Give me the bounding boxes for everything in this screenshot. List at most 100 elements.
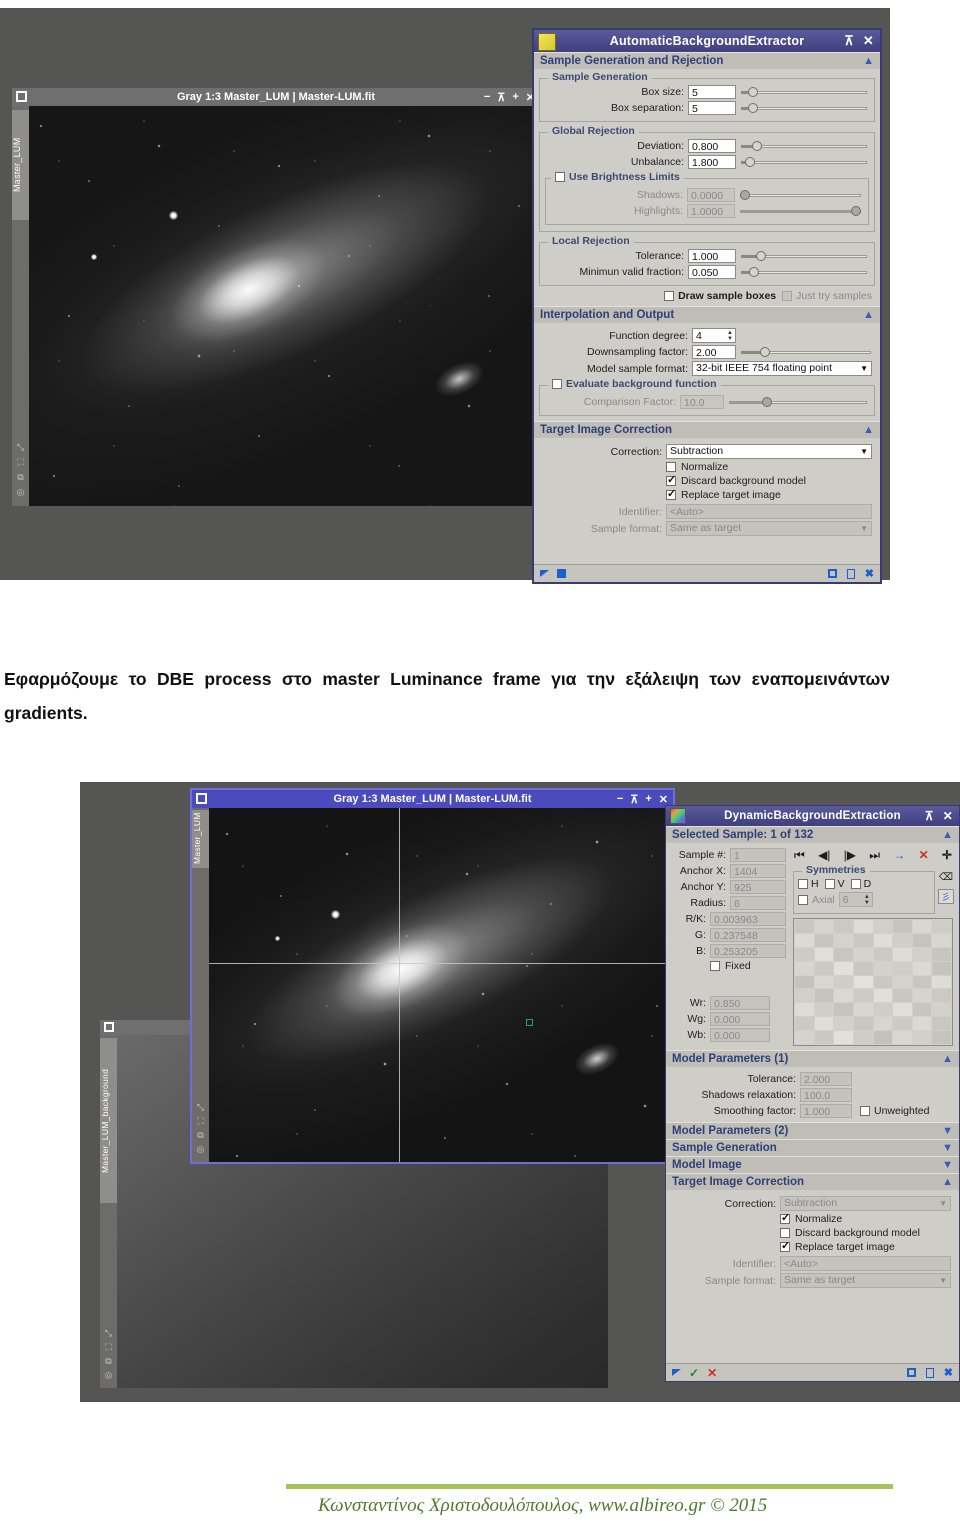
target-icon[interactable]: ◎ (102, 1368, 115, 1382)
tolerance-input[interactable]: 1.000 (688, 249, 736, 263)
checkbox-fixed[interactable]: Fixed (670, 960, 788, 972)
collapse-up-icon[interactable]: ▲ (942, 1053, 953, 1065)
collapse-up-icon[interactable]: ▲ (863, 424, 874, 436)
window-restore-icon[interactable] (196, 793, 207, 804)
bottom-sidebar-icons[interactable]: ⤡ ⛶ ⧉ ◎ (194, 1100, 207, 1156)
sample-navigation-toolbar[interactable]: ⏮ ◀| |▶ ⏭ → ✕ ✛ (791, 846, 955, 864)
section-selected-sample[interactable]: Selected Sample: 1 of 132 ▲ (666, 826, 959, 843)
checkbox-discard-background-model[interactable]: Discard background model (540, 473, 874, 487)
background-window-tab[interactable]: Master_LUM_background (100, 1038, 117, 1203)
dbe-normalize-checkbox[interactable] (780, 1211, 790, 1224)
dbe-discard-background-model-checkbox[interactable] (780, 1228, 790, 1238)
maximize-icon[interactable]: ⊼ (630, 793, 638, 806)
bottom-image-window-buttons[interactable]: − ⊼ + ✕ (617, 790, 668, 808)
discard-background-model-checkbox[interactable] (666, 473, 676, 486)
dbe-titlebar[interactable]: DynamicBackgroundExtraction ⊼ ✕ (666, 806, 959, 826)
target-icon[interactable]: ◎ (14, 485, 27, 500)
abe-bottom-right-icons[interactable]: ✖ (827, 567, 874, 580)
top-image-window[interactable]: Gray 1:3 Master_LUM | Master-LUM.fit − ⊼… (12, 88, 540, 506)
fixed-checkbox[interactable] (710, 961, 720, 971)
draw-sample-boxes-checkbox[interactable] (664, 291, 675, 301)
fit-icon[interactable]: ⛶ (102, 1340, 115, 1354)
abe-title-buttons[interactable]: ⊼ ✕ (844, 30, 874, 52)
model-sample-format-select[interactable]: 32-bit IEEE 754 floating point ▼ (692, 361, 872, 376)
checkbox-dbe-discard-background-model[interactable]: Discard background model (672, 1227, 953, 1239)
wr-input[interactable]: 0.850 (710, 996, 770, 1010)
sample-preview-mosaic[interactable] (793, 918, 953, 1046)
spinner-arrows[interactable]: ▲ ▼ (727, 330, 735, 342)
unbalance-slider[interactable] (741, 155, 867, 169)
wb-input[interactable]: 0.000 (710, 1028, 770, 1042)
correction-select[interactable]: Subtraction ▼ (666, 444, 872, 459)
reset-icon[interactable]: ✖ (865, 567, 874, 580)
bottom-image-window[interactable]: Gray 1:3 Master_LUM | Master-LUM.fit − ⊼… (190, 788, 675, 1164)
target-icon[interactable]: ◎ (194, 1142, 207, 1156)
normalize-checkbox[interactable] (666, 462, 676, 472)
downsampling-factor-slider[interactable] (741, 345, 871, 359)
chevron-down-icon[interactable]: ▼ (860, 444, 868, 459)
top-image-window-titlebar[interactable]: Gray 1:3 Master_LUM | Master-LUM.fit − ⊼… (12, 88, 540, 106)
box-separation-slider[interactable] (741, 101, 867, 115)
evaluate-background-function-checkbox[interactable] (552, 379, 562, 389)
dbe-title-buttons[interactable]: ⊼ ✕ (925, 806, 953, 826)
abe-bottom-left-icons[interactable] (540, 569, 566, 578)
checkbox-unweighted[interactable]: Unweighted (860, 1105, 929, 1117)
symmetry-h-checkbox[interactable] (798, 879, 808, 889)
maximize-icon[interactable]: ⊼ (497, 91, 505, 104)
expand-down-icon[interactable]: ▼ (942, 1142, 953, 1154)
box-separation-input[interactable]: 5 (688, 101, 736, 115)
deviation-slider[interactable] (741, 139, 867, 153)
section-model-image[interactable]: Model Image ▼ (666, 1156, 959, 1173)
new-instance-icon[interactable] (827, 569, 837, 578)
dbe-bottom-right-icons[interactable]: ✖ (906, 1366, 953, 1379)
fit-icon[interactable]: ⛶ (194, 1114, 207, 1128)
apply-triangle-icon[interactable] (672, 1369, 681, 1376)
apply-global-square-icon[interactable] (557, 569, 566, 578)
unbalance-input[interactable]: 1.800 (688, 155, 736, 169)
prev-sample-icon[interactable]: ◀| (818, 848, 830, 862)
fit-icon[interactable]: ⛶ (14, 455, 27, 470)
checkbox-dbe-normalize[interactable]: Normalize (672, 1211, 953, 1225)
radius-input[interactable]: 6 (730, 896, 786, 910)
browse-documentation-icon[interactable] (925, 1367, 934, 1378)
zoom-in-icon[interactable]: + (512, 91, 518, 103)
collapse-icon[interactable]: ⊼ (844, 33, 854, 49)
tolerance-slider[interactable] (741, 249, 867, 263)
collapse-icon[interactable]: ⊼ (925, 809, 934, 823)
top-image-window-buttons[interactable]: − ⊼ + ✕ (484, 88, 535, 106)
close-icon[interactable]: ✕ (659, 793, 668, 806)
evaluate-background-function-toggle[interactable]: Evaluate background function (548, 378, 721, 390)
cancel-cross-icon[interactable]: ✕ (707, 1366, 717, 1380)
function-degree-spinner[interactable]: 4 ▲ ▼ (692, 328, 736, 343)
unweighted-checkbox[interactable] (860, 1106, 870, 1116)
bottom-image-window-titlebar[interactable]: Gray 1:3 Master_LUM | Master-LUM.fit − ⊼… (192, 790, 673, 808)
deviation-input[interactable]: 0.800 (688, 139, 736, 153)
selected-sample-marker[interactable] (526, 1019, 533, 1026)
delete-sample-icon[interactable]: ✕ (919, 848, 929, 862)
section-model-parameters-1[interactable]: Model Parameters (1) ▲ (666, 1050, 959, 1067)
reset-icon[interactable]: ✖ (944, 1366, 953, 1379)
zoom-in-icon[interactable]: + (645, 793, 651, 805)
abe-titlebar[interactable]: AutomaticBackgroundExtractor ⊼ ✕ (534, 30, 880, 52)
last-sample-icon[interactable]: ⏭ (869, 848, 880, 863)
checkbox-dbe-replace-target-image[interactable]: Replace target image (672, 1239, 953, 1253)
anchor-x-input[interactable]: 1404 (730, 864, 786, 878)
box-size-slider[interactable] (741, 85, 867, 99)
bottom-image-window-tab[interactable]: Master_LUM (192, 810, 209, 868)
pan-icon[interactable]: ⤡ (102, 1326, 115, 1340)
collapse-up-icon[interactable]: ▲ (863, 309, 874, 321)
section-sample-generation[interactable]: Sample Generation ▼ (666, 1139, 959, 1156)
preview-icon[interactable]: ⧉ (14, 470, 27, 485)
draw-sample-boxes-toggle[interactable]: Draw sample boxes (664, 290, 776, 302)
minimize-icon[interactable]: − (617, 793, 623, 805)
section-target-image-correction[interactable]: Target Image Correction ▲ (534, 421, 880, 438)
window-restore-icon[interactable] (104, 1022, 114, 1032)
use-brightness-limits-toggle[interactable]: Use Brightness Limits (551, 171, 684, 183)
preview-icon[interactable]: ⧉ (194, 1128, 207, 1142)
downsampling-factor-input[interactable]: 2.00 (692, 345, 736, 359)
browse-documentation-icon[interactable] (846, 568, 855, 579)
dbe-tolerance-input[interactable]: 2.000 (800, 1072, 852, 1086)
section-model-parameters-2[interactable]: Model Parameters (2) ▼ (666, 1122, 959, 1139)
dbe-replace-target-image-checkbox[interactable] (780, 1239, 790, 1252)
chevron-down-icon[interactable]: ▼ (939, 1196, 947, 1211)
